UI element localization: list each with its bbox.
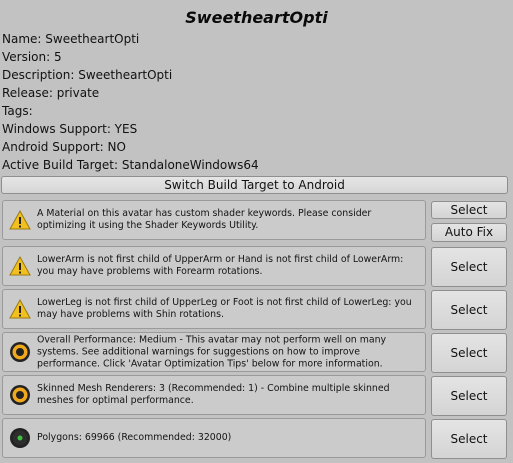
warning-triangle-icon <box>9 255 31 277</box>
info-release: Release: private <box>2 86 100 100</box>
switch-build-target-button[interactable]: Switch Build Target to Android <box>1 176 508 194</box>
warning-forearm-rotations: LowerArm is not first child of UpperArm … <box>2 246 426 286</box>
warning-text: LowerLeg is not first child of UpperLeg … <box>37 297 412 320</box>
warning-overall-performance: Overall Performance: Medium - This avata… <box>2 332 426 372</box>
select-button[interactable]: Select <box>431 376 507 416</box>
warning-triangle-icon <box>9 209 31 231</box>
auto-fix-button[interactable]: Auto Fix <box>431 223 507 242</box>
select-button[interactable]: Select <box>431 201 507 219</box>
warning-text: Skinned Mesh Renderers: 3 (Recommended: … <box>37 383 390 406</box>
performance-medium-icon <box>9 384 31 406</box>
select-button[interactable]: Select <box>431 290 507 330</box>
info-android-support: Android Support: NO <box>2 140 126 154</box>
warning-text: LowerArm is not first child of UpperArm … <box>37 254 404 277</box>
page-title: SweetheartOpti <box>185 8 328 27</box>
select-button[interactable]: Select <box>431 419 507 459</box>
warning-shader-keywords: A Material on this avatar has custom sha… <box>2 200 426 240</box>
warning-polygons: Polygons: 69966 (Recommended: 32000) <box>2 418 426 458</box>
info-active-build-target: Active Build Target: StandaloneWindows64 <box>2 158 259 172</box>
warning-skinned-mesh-renderers: Skinned Mesh Renderers: 3 (Recommended: … <box>2 375 426 415</box>
info-tags: Tags: <box>2 104 33 118</box>
performance-medium-icon <box>9 341 31 363</box>
warning-text: Overall Performance: Medium - This avata… <box>37 334 387 369</box>
select-button[interactable]: Select <box>431 247 507 287</box>
select-button[interactable]: Select <box>431 333 507 373</box>
warning-text: Polygons: 69966 (Recommended: 32000) <box>37 432 232 444</box>
warning-shin-rotations: LowerLeg is not first child of UpperLeg … <box>2 289 426 329</box>
warning-text: A Material on this avatar has custom sha… <box>37 208 372 231</box>
performance-good-icon <box>9 427 31 449</box>
warning-triangle-icon <box>9 298 31 320</box>
info-version: Version: 5 <box>2 50 62 64</box>
info-description: Description: SweetheartOpti <box>2 68 173 82</box>
info-windows-support: Windows Support: YES <box>2 122 138 136</box>
info-name: Name: SweetheartOpti <box>2 32 140 46</box>
